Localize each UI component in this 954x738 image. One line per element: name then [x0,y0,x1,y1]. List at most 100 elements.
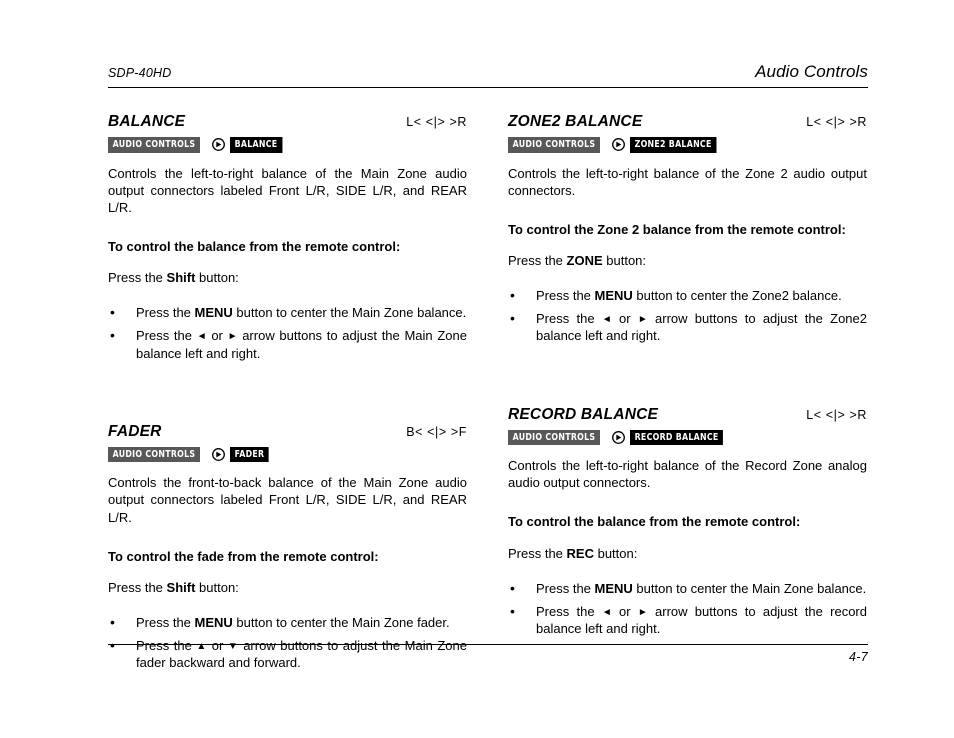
bullet-suffix: button to center the Zone2 balance. [632,288,842,304]
section-fader: FADER B< <|> >F AUDIO CONTROLS FADER Con… [108,423,467,672]
section-title: RECORD BALANCE [508,405,659,423]
arrow-right-icon: ► [637,606,648,618]
procedure-lead: To control the Zone 2 balance from the r… [508,221,846,237]
bullet-prefix: Press the [536,288,595,304]
section-description: Controls the left-to-right balance of th… [508,458,867,491]
bullet-prefix: Press the [136,305,195,321]
press-instruction: Press the REC button: [508,545,867,562]
page-footer: 4-7 [108,644,868,664]
breadcrumb: AUDIO CONTROLS ZONE2 BALANCE [508,137,867,153]
press-key: Shift [166,579,196,595]
section-title: FADER [108,422,162,440]
procedure-lead: To control the balance from the remote c… [508,514,801,530]
breadcrumb: AUDIO CONTROLS BALANCE [108,137,467,153]
page-content: SDP-40HD Audio Controls BALANCE L< <|> >… [108,62,868,672]
press-prefix: Press the [508,545,567,561]
arrow-right-icon: ► [227,331,238,343]
press-prefix: Press the [108,579,167,595]
section-description: Controls the left-to-right balance of th… [108,165,467,215]
model-name: SDP-40HD [108,66,172,80]
arrow-left-icon: ◄ [196,331,207,343]
bullet-mid: or [611,603,638,619]
bullet-key: MENU [194,305,233,321]
bullet-suffix: button to center the Main Zone balance. [632,580,867,596]
running-header: SDP-40HD Audio Controls [108,62,868,88]
circle-right-arrow-icon [212,138,225,152]
list-item: Press the ◄ or ► arrow buttons to adjust… [508,602,867,637]
procedure-list: Press the MENU button to center the Zone… [508,286,867,344]
bullet-prefix: Press the [536,311,602,327]
breadcrumb-parent[interactable]: AUDIO CONTROLS [108,446,200,463]
arrow-right-icon: ► [637,314,648,326]
circle-right-arrow-icon [612,430,625,444]
section-record-balance: RECORD BALANCE L< <|> >R AUDIO CONTROLS … [508,406,867,638]
press-instruction: Press the Shift button: [108,579,467,596]
chapter-title: Audio Controls [755,62,868,81]
circle-right-arrow-icon [212,448,225,461]
range-indicator: B< <|> >F [406,424,467,439]
press-instruction: Press the Shift button: [108,269,467,286]
breadcrumb-parent[interactable]: AUDIO CONTROLS [508,429,600,446]
range-indicator: L< <|> >R [806,407,867,422]
breadcrumb: AUDIO CONTROLS RECORD BALANCE [508,429,867,446]
list-item: Press the MENU button to center the Main… [508,579,867,598]
press-suffix: button: [593,545,638,561]
press-key: ZONE [566,252,603,268]
procedure-lead: To control the balance from the remote c… [108,238,401,254]
page-number: 4-7 [849,650,868,664]
left-column: BALANCE L< <|> >R AUDIO CONTROLS BALANCE [108,113,467,672]
bullet-prefix: Press the [536,603,602,619]
section-heading: FADER B< <|> >F [108,423,467,441]
list-item: Press the MENU button to center the Main… [108,303,467,322]
section-balance: BALANCE L< <|> >R AUDIO CONTROLS BALANCE [108,113,467,362]
circle-right-arrow-icon [612,138,625,152]
bullet-mid: or [206,328,228,344]
two-column-body: BALANCE L< <|> >R AUDIO CONTROLS BALANCE [108,113,868,672]
breadcrumb-current[interactable]: BALANCE [229,137,282,153]
range-indicator: L< <|> >R [406,115,467,129]
press-key: REC [566,545,594,561]
range-indicator: L< <|> >R [806,115,867,129]
breadcrumb-current[interactable]: RECORD BALANCE [629,429,724,446]
arrow-left-icon: ◄ [601,606,612,618]
bullet-suffix: button to center the Main Zone fader. [232,615,450,631]
bullet-prefix: Press the [136,615,195,631]
right-column: ZONE2 BALANCE L< <|> >R AUDIO CONTROLS Z… [508,113,867,672]
manual-page: SDP-40HD Audio Controls BALANCE L< <|> >… [0,0,954,738]
procedure-list: Press the MENU button to center the Main… [108,303,467,361]
bullet-key: MENU [594,580,633,596]
section-title: ZONE2 BALANCE [508,113,643,130]
press-instruction: Press the ZONE button: [508,252,867,269]
press-prefix: Press the [108,270,167,286]
breadcrumb-parent[interactable]: AUDIO CONTROLS [108,137,200,153]
breadcrumb: AUDIO CONTROLS FADER [108,446,467,463]
press-suffix: button: [602,252,647,268]
section-heading: ZONE2 BALANCE L< <|> >R [508,113,867,131]
section-zone2-balance: ZONE2 BALANCE L< <|> >R AUDIO CONTROLS Z… [508,113,867,345]
bullet-key: MENU [194,615,233,631]
breadcrumb-current[interactable]: ZONE2 BALANCE [629,137,717,153]
section-title: BALANCE [108,113,186,130]
bullet-prefix: Press the [536,580,595,596]
list-item: Press the ◄ or ► arrow buttons to adjust… [108,326,467,361]
bullet-suffix: button to center the Main Zone balance. [232,305,467,321]
section-heading: BALANCE L< <|> >R [108,113,467,131]
breadcrumb-current[interactable]: FADER [229,446,269,463]
press-suffix: button: [195,579,239,595]
breadcrumb-parent[interactable]: AUDIO CONTROLS [508,137,600,153]
press-prefix: Press the [508,252,567,268]
arrow-left-icon: ◄ [601,314,612,326]
procedure-lead: To control the fade from the remote cont… [108,548,379,564]
list-item: Press the MENU button to center the Zone… [508,286,867,305]
section-heading: RECORD BALANCE L< <|> >R [508,406,867,424]
bullet-mid: or [611,311,638,327]
bullet-prefix: Press the [136,328,197,344]
section-description: Controls the front-to-back balance of th… [108,475,467,525]
list-item: Press the MENU button to center the Main… [108,613,467,632]
section-description: Controls the left-to-right balance of th… [508,165,867,198]
procedure-list: Press the MENU button to center the Main… [508,579,867,637]
press-suffix: button: [195,270,239,286]
press-key: Shift [166,270,196,286]
list-item: Press the ◄ or ► arrow buttons to adjust… [508,309,867,344]
bullet-key: MENU [594,288,633,304]
